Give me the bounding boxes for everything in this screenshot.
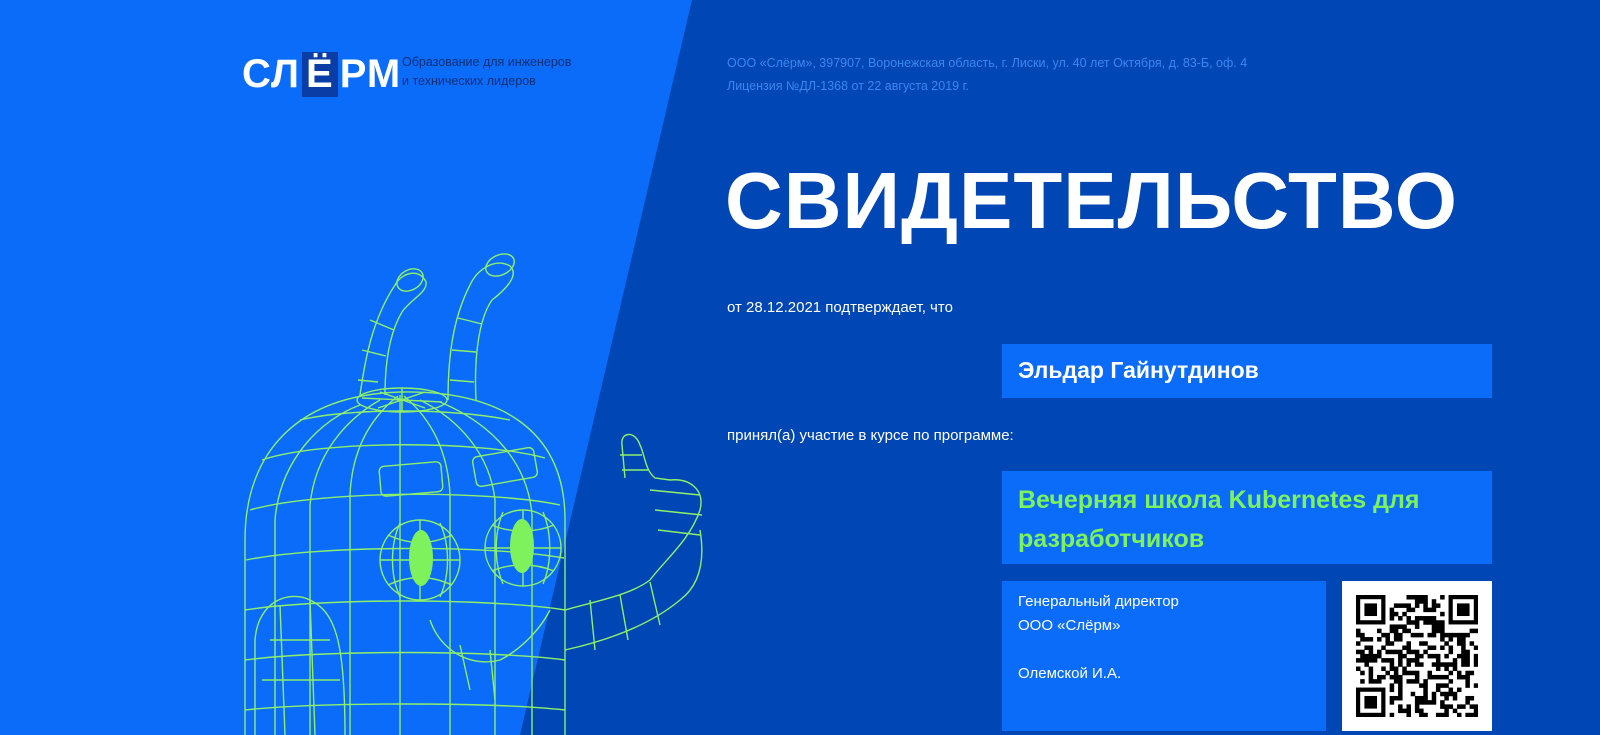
org-license: Лицензия №ДЛ-1368 от 22 августа 2019 г. xyxy=(727,79,970,93)
org-address: ООО «Слёрм», 397907, Воронежская область… xyxy=(727,56,1248,70)
tagline-line-1: Образование для инженеров xyxy=(402,55,572,69)
certificate-title: СВИДЕТЕЛЬСТВО xyxy=(725,156,1458,245)
left-eye-pupil xyxy=(409,530,433,586)
certificate: СЛ Ё РМ Образование для инженеров и технич… xyxy=(0,0,1600,735)
tagline: Образование для инженеров и технических … xyxy=(402,53,571,91)
logo-part-1: СЛ xyxy=(242,52,300,96)
logo-wordmark: СЛ Ё РМ xyxy=(242,52,401,97)
course-panel: Вечерняя школа Kubernetes для разработчи… xyxy=(1002,471,1492,564)
tagline-line-2: и технических лидеров xyxy=(402,74,536,88)
signer-company: ООО «Слёрм» xyxy=(1018,617,1121,634)
signature-panel: Генеральный директор ООО «Слёрм» Олемско… xyxy=(1002,581,1326,731)
signer-name: Олемской И.А. xyxy=(1018,665,1122,682)
logo-part-2: РМ xyxy=(339,52,402,96)
organization-info: ООО «Слёрм», 397907, Воронежская область… xyxy=(727,52,1247,98)
course-name: Вечерняя школа Kubernetes для разработчи… xyxy=(1018,486,1420,553)
light-diagonal-panel xyxy=(0,0,692,735)
right-eye-pupil xyxy=(510,519,534,573)
logo-letter-yo: Ё xyxy=(301,52,338,97)
participation-text: принял(а) участие в курсе по программе: xyxy=(727,427,1014,444)
slurm-logo[interactable]: СЛ Ё РМ xyxy=(242,52,401,97)
signer-position: Генеральный директор xyxy=(1018,593,1179,610)
qr-code-icon xyxy=(1356,595,1478,717)
qr-code-box[interactable] xyxy=(1342,581,1492,731)
confirm-text: от 28.12.2021 подтверждает, что xyxy=(727,299,953,316)
recipient-name: Эльдар Гайнутдинов xyxy=(1018,357,1259,383)
recipient-panel: Эльдар Гайнутдинов xyxy=(1002,344,1492,398)
